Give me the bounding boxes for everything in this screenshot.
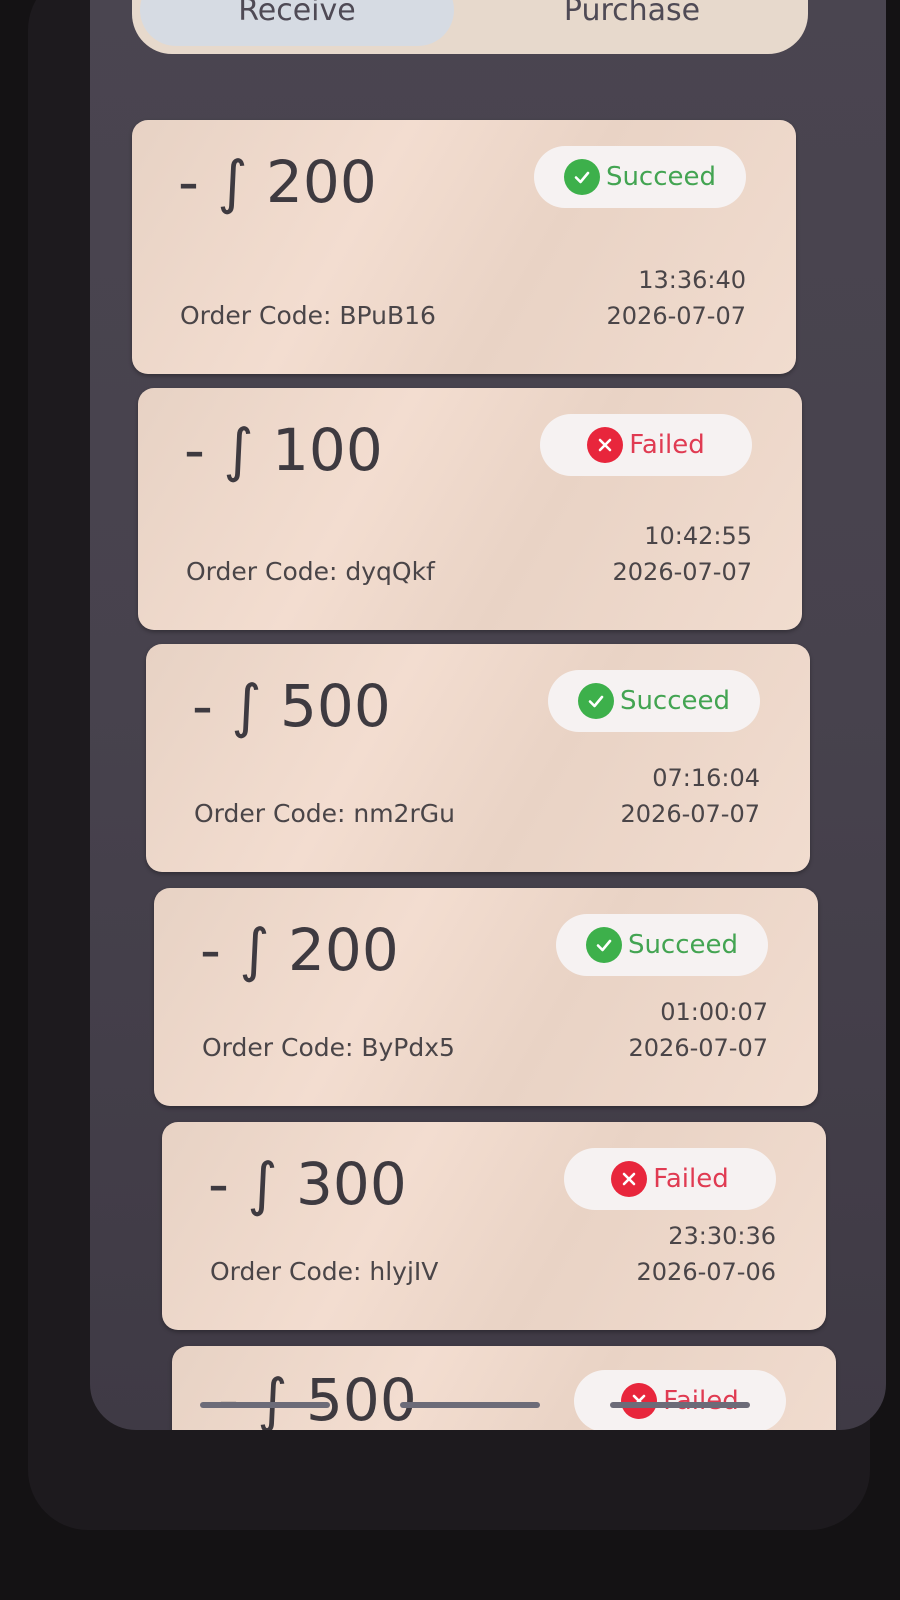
order-card[interactable]: - ∫ 300 Failed Order Code: hlyjIV 23:30:… xyxy=(162,1122,826,1330)
nav-indicator xyxy=(400,1402,540,1408)
close-icon xyxy=(621,1383,658,1419)
status-label: Failed xyxy=(653,1164,729,1194)
order-amount: - ∫ 500 xyxy=(192,672,391,740)
order-amount: - ∫ 500 xyxy=(218,1366,417,1430)
close-icon xyxy=(611,1161,648,1197)
order-timestamp: 07:16:04 2026-07-07 xyxy=(621,760,760,832)
order-time: 07:16:04 xyxy=(652,764,760,792)
order-date: 2026-07-07 xyxy=(628,1034,768,1062)
order-amount: - ∫ 300 xyxy=(208,1150,407,1218)
check-icon xyxy=(563,159,600,195)
status-label: Succeed xyxy=(619,686,731,716)
order-time: 23:30:36 xyxy=(668,1222,776,1250)
status-badge: Failed xyxy=(540,414,752,476)
status-badge: Succeed xyxy=(534,146,746,208)
status-label: Succeed xyxy=(627,930,739,960)
status-label: Succeed xyxy=(605,162,717,192)
tab-receive[interactable]: Receive xyxy=(140,0,454,46)
order-date: 2026-07-07 xyxy=(606,302,746,330)
order-card[interactable]: - ∫ 200 Succeed Order Code: ByPdx5 01:00… xyxy=(154,888,818,1106)
order-code: Order Code: BPuB16 xyxy=(180,301,436,330)
order-time: 13:36:40 xyxy=(638,266,746,294)
status-label: Failed xyxy=(663,1386,739,1416)
order-amount: - ∫ 200 xyxy=(200,916,399,984)
order-code: Order Code: nm2rGu xyxy=(194,799,455,828)
nav-indicator xyxy=(200,1402,330,1408)
tab-bar: Receive Purchase xyxy=(132,0,808,54)
phone-frame: Receive Purchase - ∫ 200 Succeed Order C… xyxy=(28,0,886,1530)
order-card[interactable]: - ∫ 200 Succeed Order Code: BPuB16 13:36… xyxy=(132,120,796,374)
tab-purchase[interactable]: Purchase xyxy=(462,0,802,46)
check-icon xyxy=(577,683,614,719)
order-timestamp: 01:00:07 2026-07-07 xyxy=(629,994,768,1066)
order-amount: - ∫ 200 xyxy=(178,148,377,216)
status-badge: Failed xyxy=(564,1148,776,1210)
order-code: Order Code: ByPdx5 xyxy=(202,1033,455,1062)
order-timestamp: 23:30:36 2026-07-06 xyxy=(637,1218,776,1290)
close-icon xyxy=(587,427,624,463)
order-time: 01:00:07 xyxy=(660,998,768,1026)
order-amount: - ∫ 100 xyxy=(184,416,383,484)
order-date: 2026-07-06 xyxy=(636,1258,776,1286)
nav-indicator xyxy=(610,1402,750,1408)
order-timestamp: 13:36:40 2026-07-07 xyxy=(607,262,746,334)
status-badge: Succeed xyxy=(556,914,768,976)
status-badge: Succeed xyxy=(548,670,760,732)
order-code: Order Code: hlyjIV xyxy=(210,1257,439,1286)
order-time: 10:42:55 xyxy=(644,522,752,550)
check-icon xyxy=(585,927,622,963)
order-card[interactable]: - ∫ 100 Failed Order Code: dyqQkf 10:42:… xyxy=(138,388,802,630)
order-card[interactable]: - ∫ 500 Succeed Order Code: nm2rGu 07:16… xyxy=(146,644,810,872)
status-badge: Failed xyxy=(574,1370,786,1430)
order-card[interactable]: - ∫ 500 Failed xyxy=(172,1346,836,1430)
order-code: Order Code: dyqQkf xyxy=(186,557,435,586)
screen: Receive Purchase - ∫ 200 Succeed Order C… xyxy=(90,0,886,1430)
order-timestamp: 10:42:55 2026-07-07 xyxy=(613,518,752,590)
order-date: 2026-07-07 xyxy=(612,558,752,586)
order-date: 2026-07-07 xyxy=(620,800,760,828)
status-label: Failed xyxy=(629,430,705,460)
